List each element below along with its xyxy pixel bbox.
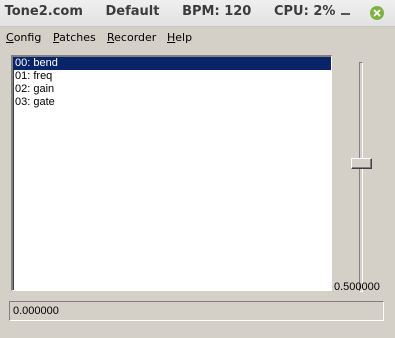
minimize-icon[interactable] [339,6,353,20]
menu-patches[interactable]: Patches [53,31,96,44]
menu-help-label: elp [175,31,193,44]
title-bar: Tone2.com Default BPM: 120 CPU: 2% [0,0,395,27]
list-item[interactable]: 01: freq [13,70,331,83]
menu-recorder-label: ecorder [114,31,157,44]
menu-config-accel: C [6,31,14,44]
slider-thumb[interactable] [351,158,372,169]
menu-config[interactable]: Config [6,31,41,44]
list-item[interactable]: 02: gain [13,83,331,96]
menu-bar: Config Patches Recorder Help [0,27,395,48]
slider-track[interactable] [359,62,363,292]
close-icon[interactable] [370,6,384,20]
menu-patches-label: atches [59,31,96,44]
list-item[interactable]: 03: gate [13,96,331,109]
slider-value: 0.500000 [334,281,380,293]
parameter-list[interactable]: 00: bend 01: freq 02: gain 03: gate [11,55,332,291]
list-item[interactable]: 00: bend [13,57,331,70]
status-value: 0.000000 [13,305,59,317]
window-title: Tone2.com Default BPM: 120 CPU: 2% [4,4,336,19]
menu-help[interactable]: Help [167,31,192,44]
status-bar: 0.000000 [9,301,384,321]
menu-config-label: onfig [13,31,42,44]
menu-recorder[interactable]: Recorder [107,31,156,44]
